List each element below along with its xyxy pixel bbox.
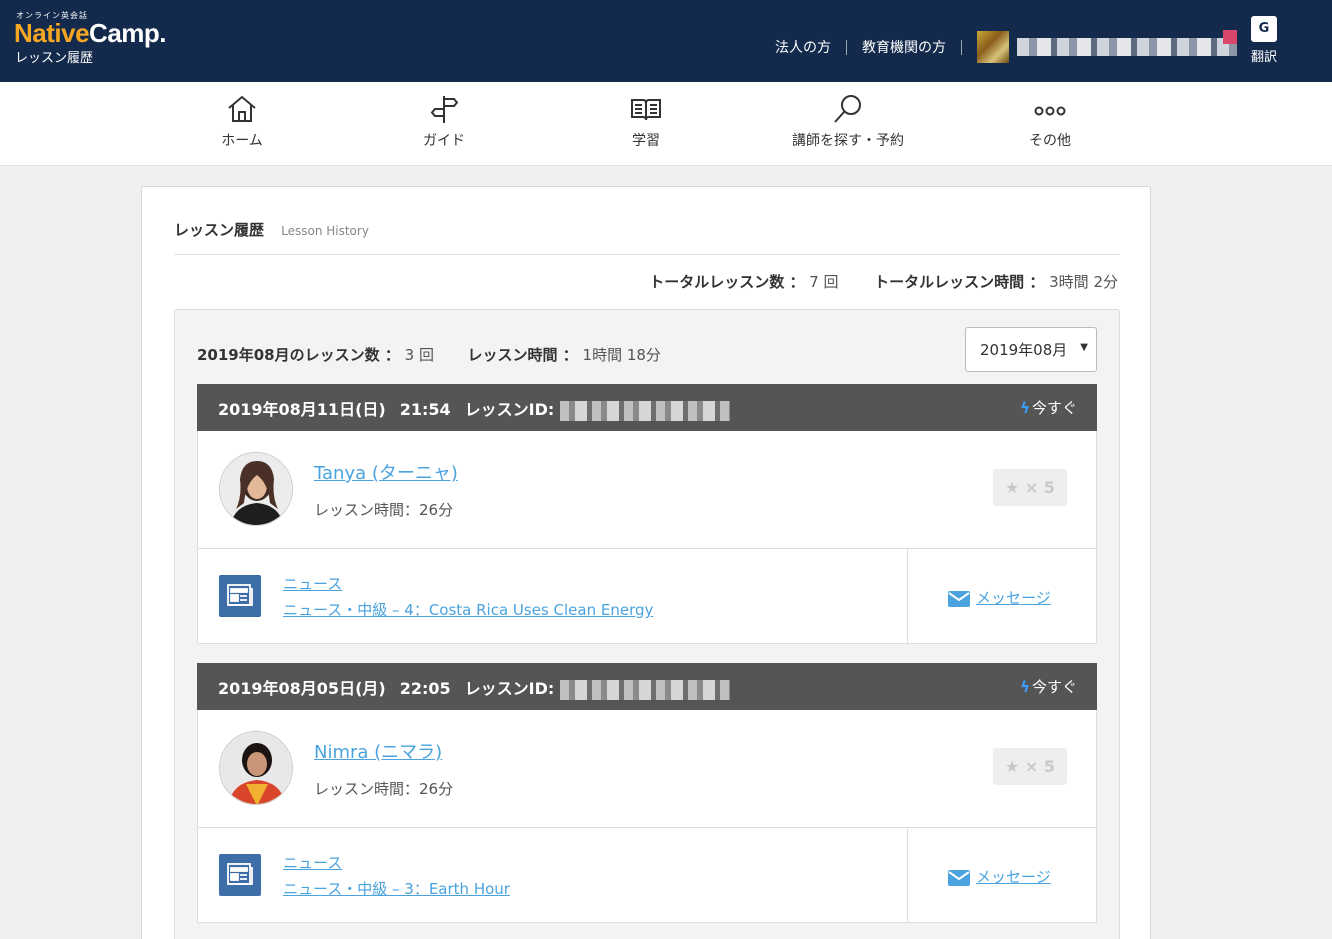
chevron-down-icon: ▼: [1080, 342, 1088, 353]
translate-label: 翻訳: [1250, 50, 1277, 65]
star-rating: ★ × 5: [993, 748, 1067, 785]
lesson-header: 2019年08月11日(日) 21:54 レッスンID: ϟ 今すぐ: [197, 384, 1097, 431]
month-count-value: 3 回: [404, 346, 434, 364]
month-panel: 2019年08月のレッスン数 ： 3 回 レッスン時間 ： 1時間 18分 20…: [174, 309, 1120, 939]
nav-other-label: その他: [1029, 133, 1071, 149]
logo-native: Native: [14, 18, 90, 48]
message-label: メッセージ: [976, 589, 1051, 607]
teacher-avatar[interactable]: [219, 452, 293, 526]
more-icon: [1034, 106, 1066, 116]
translate-button[interactable]: G 翻訳: [1248, 16, 1280, 65]
material-category-link[interactable]: ニュース: [283, 852, 342, 873]
row-divider: [907, 549, 908, 643]
lesson-totals: トータルレッスン数 ： 7 回 トータルレッスン時間 ： 3時間 2分: [649, 271, 1118, 292]
material-category-link[interactable]: ニュース: [283, 573, 342, 594]
lesson-card: 2019年08月05日(月) 22:05 レッスンID: ϟ 今すぐ Nimra (ニ…: [197, 663, 1097, 923]
logo-camp: Camp.: [89, 18, 167, 48]
instant-badge: ϟ 今すぐ: [1020, 397, 1077, 418]
month-time-label: レッスン時間 ：: [467, 346, 578, 364]
main-nav: ホーム ガイド 学習 講師を探す・予約 その他: [0, 82, 1332, 166]
site-logo[interactable]: NativeCamp.: [14, 18, 167, 49]
lesson-history-card: レッスン履歴 Lesson History トータルレッスン数 ： 7 回 トー…: [141, 186, 1151, 939]
nav-home[interactable]: ホーム: [162, 82, 322, 166]
material-row: ニュース ニュース・中級 – 3：Earth Hour メッセージ: [197, 827, 1097, 923]
newspaper-icon: [219, 854, 261, 896]
row-divider: [907, 828, 908, 922]
lesson-duration: レッスン時間：26分: [314, 501, 454, 519]
month-time-value: 1時間 18分: [582, 346, 661, 364]
lightning-icon: ϟ: [1020, 678, 1030, 696]
teacher-name-link[interactable]: Tanya (ターニャ): [314, 459, 458, 485]
search-icon: [834, 95, 861, 123]
total-lessons-value: 7 回: [809, 273, 839, 291]
newspaper-icon: [219, 575, 261, 617]
total-time-label: トータルレッスン時間 ：: [874, 273, 1045, 291]
nav-other[interactable]: その他: [970, 82, 1130, 166]
lesson-date: 2019年08月05日(月): [218, 679, 386, 698]
material-row: ニュース ニュース・中級 – 4：Costa Rica Uses Clean E…: [197, 548, 1097, 644]
message-link[interactable]: メッセージ: [948, 866, 1051, 887]
instant-label: 今すぐ: [1031, 399, 1077, 417]
page-title: レッスン履歴: [174, 221, 265, 239]
teacher-row: Tanya (ターニャ) レッスン時間：26分 ★ × 5: [197, 431, 1097, 548]
lesson-id-redacted: [559, 679, 730, 700]
lesson-time: 22:05: [399, 679, 451, 698]
top-header: オンライン英会話 NativeCamp. レッスン履歴 法人の方 教育機関の方 …: [0, 0, 1332, 82]
lesson-duration: レッスン時間：26分: [314, 780, 454, 798]
instant-label: 今すぐ: [1031, 678, 1077, 696]
teacher-row: Nimra (ニマラ) レッスン時間：26分 ★ × 5: [197, 710, 1097, 827]
lesson-id-label: レッスンID:: [464, 679, 555, 698]
nav-guide[interactable]: ガイド: [364, 82, 524, 166]
lesson-id-label: レッスンID:: [464, 400, 555, 419]
corporate-link[interactable]: 法人の方: [760, 37, 846, 57]
month-select[interactable]: 2019年08月 ▼: [965, 327, 1097, 372]
month-count-label: 2019年08月のレッスン数 ：: [197, 346, 400, 364]
lesson-header: 2019年08月05日(月) 22:05 レッスンID: ϟ 今すぐ: [197, 663, 1097, 710]
message-link[interactable]: メッセージ: [948, 587, 1051, 608]
user-avatar[interactable]: [977, 31, 1009, 63]
header-divider: [961, 39, 962, 55]
material-title-link[interactable]: ニュース・中級 – 3：Earth Hour: [283, 878, 510, 899]
nav-study[interactable]: 学習: [566, 82, 726, 166]
education-link[interactable]: 教育機関の方: [847, 37, 961, 57]
nav-guide-label: ガイド: [423, 133, 465, 149]
teacher-name-link[interactable]: Nimra (ニマラ): [314, 738, 442, 764]
total-lessons-label: トータルレッスン数 ：: [649, 273, 805, 291]
month-summary: 2019年08月のレッスン数 ： 3 回 レッスン時間 ： 1時間 18分: [197, 344, 661, 365]
signpost-icon: [430, 96, 459, 123]
envelope-icon: [948, 590, 970, 607]
home-icon: [228, 95, 256, 122]
nav-search[interactable]: 講師を探す・予約: [768, 82, 928, 166]
translate-icon: G: [1251, 16, 1277, 42]
teacher-avatar[interactable]: [219, 731, 293, 805]
material-title-link[interactable]: ニュース・中級 – 4：Costa Rica Uses Clean Energy: [283, 599, 653, 620]
lightning-icon: ϟ: [1020, 399, 1030, 417]
month-select-value: 2019年08月: [980, 341, 1068, 359]
book-icon: [631, 99, 661, 121]
card-title-row: レッスン履歴 Lesson History: [174, 219, 1120, 255]
lesson-date: 2019年08月11日(日): [218, 400, 386, 419]
total-time-value: 3時間 2分: [1049, 273, 1118, 291]
star-rating: ★ × 5: [993, 469, 1067, 506]
header-links: 法人の方 教育機関の方: [760, 30, 1237, 63]
lesson-id-redacted: [559, 400, 730, 421]
page-title-en: Lesson History: [281, 224, 369, 238]
nav-search-label: 講師を探す・予約: [792, 133, 904, 149]
nav-home-label: ホーム: [221, 133, 263, 149]
envelope-icon: [948, 869, 970, 886]
page-subtitle: レッスン履歴: [15, 51, 94, 66]
instant-badge: ϟ 今すぐ: [1020, 676, 1077, 697]
message-label: メッセージ: [976, 868, 1051, 886]
lesson-time: 21:54: [399, 400, 451, 419]
nav-study-label: 学習: [632, 133, 660, 149]
user-name-redacted[interactable]: [1017, 30, 1237, 56]
lesson-card: 2019年08月11日(日) 21:54 レッスンID: ϟ 今すぐ Tanya (タ…: [197, 384, 1097, 644]
